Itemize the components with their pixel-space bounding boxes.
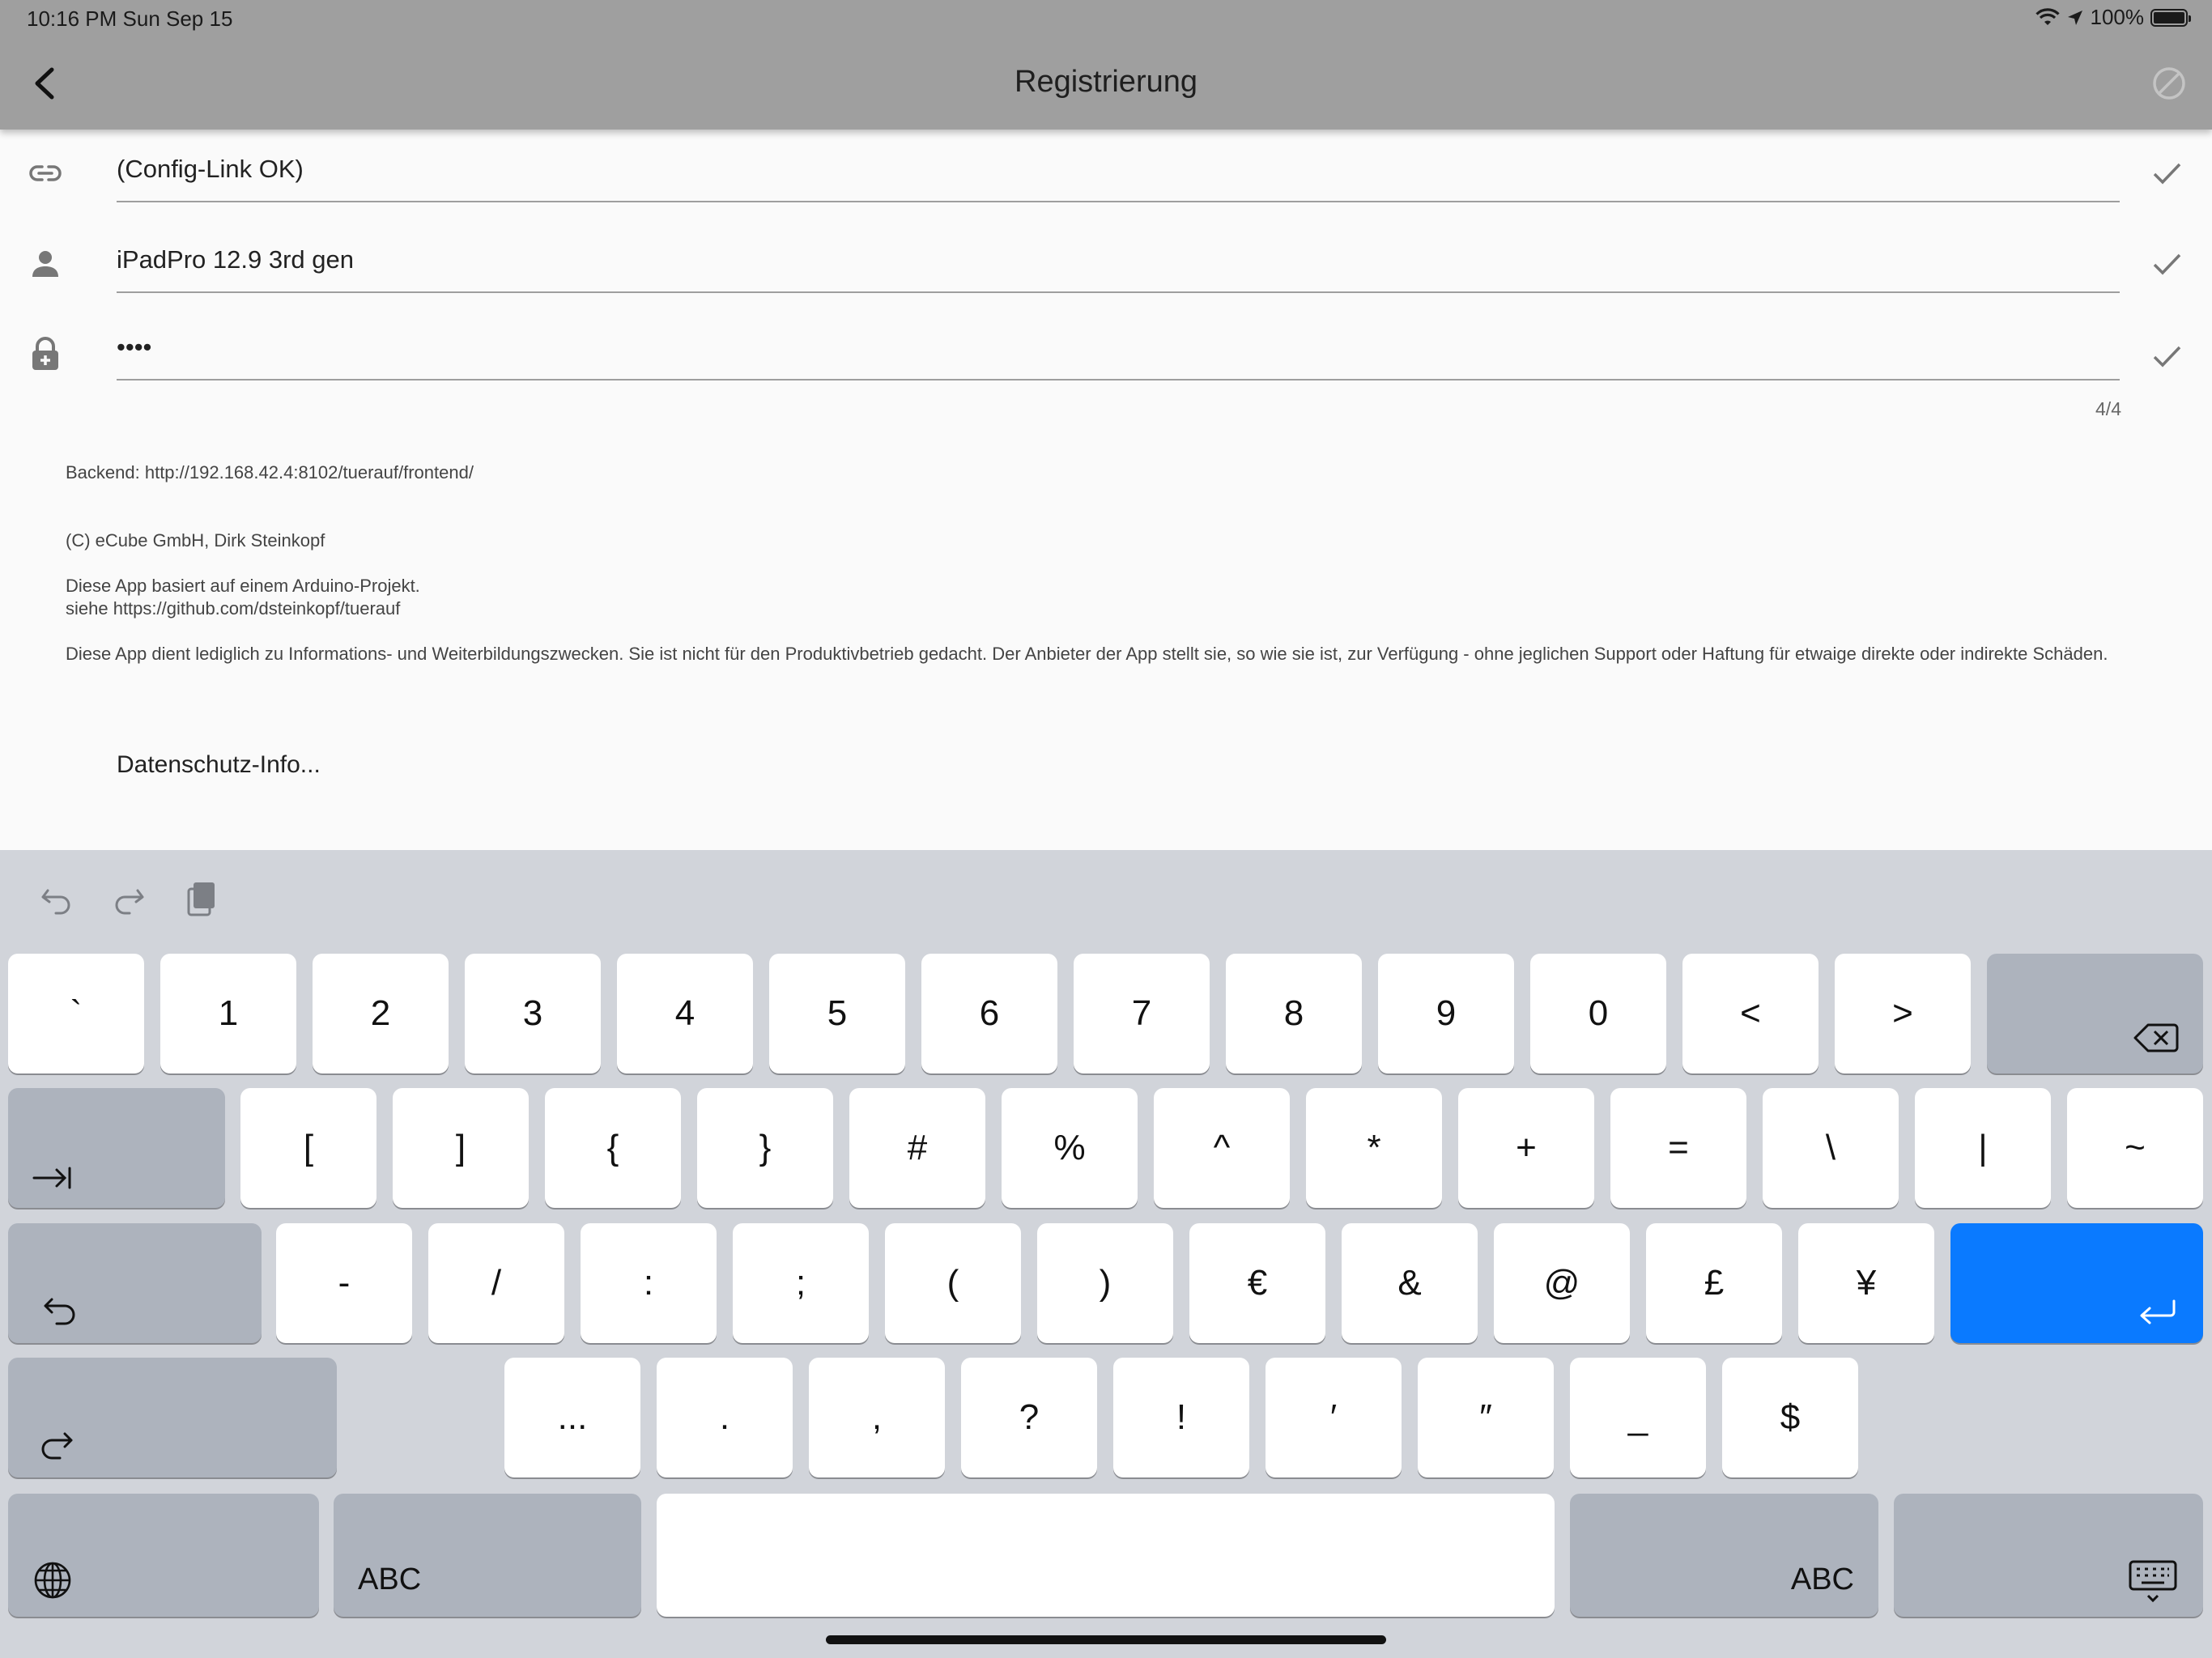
- undo-icon[interactable]: [36, 878, 77, 918]
- user-name-field[interactable]: [117, 228, 2120, 293]
- key-row1-8[interactable]: 8: [1226, 954, 1362, 1073]
- key-row4-3[interactable]: ?: [961, 1358, 1097, 1477]
- undo-key[interactable]: [8, 1223, 262, 1343]
- redo-icon[interactable]: [108, 878, 149, 918]
- key-row1-9[interactable]: 9: [1378, 954, 1514, 1073]
- key-row2-12[interactable]: ~: [2067, 1088, 2203, 1208]
- key-row3-1[interactable]: /: [428, 1223, 564, 1343]
- keyboard: ` 1 2 3 4 5 6 7 8 9 0 < > []{} #% ^ * + = \ | ~ - /:;() € & @ £ ¥ …: [0, 850, 2212, 1658]
- return-icon: [2140, 1299, 2176, 1324]
- checkmark-icon: [2153, 163, 2181, 185]
- key-row2-0[interactable]: [: [240, 1088, 376, 1208]
- lock-icon: [32, 337, 58, 370]
- key-row4-5[interactable]: ′: [1266, 1358, 1402, 1477]
- password-field[interactable]: [117, 316, 2120, 380]
- status-time: 10:16 PM Sun Sep 15: [27, 6, 233, 31]
- abc-key-right[interactable]: ABC: [1570, 1494, 1878, 1617]
- key-row1-7[interactable]: 7: [1074, 954, 1210, 1073]
- dismiss-keyboard-key[interactable]: [1894, 1494, 2203, 1617]
- wifi-icon: [2035, 7, 2060, 25]
- character-counter: 4/4: [2095, 398, 2121, 419]
- key-row2-1[interactable]: ]: [393, 1088, 529, 1208]
- key-row3-7[interactable]: &: [1342, 1223, 1478, 1343]
- key-row1-2[interactable]: 2: [313, 954, 449, 1073]
- delete-key[interactable]: [1987, 954, 2203, 1073]
- key-row2-6[interactable]: ^: [1154, 1088, 1290, 1208]
- key-row3-2[interactable]: :: [581, 1223, 717, 1343]
- key-row2-7[interactable]: *: [1306, 1088, 1442, 1208]
- key-row4-7[interactable]: _: [1570, 1358, 1706, 1477]
- key-row1-10[interactable]: 0: [1530, 954, 1666, 1073]
- navigation-bar: 10:16 PM Sun Sep 15 100% Registrierung: [0, 0, 2212, 130]
- abc-label: ABC: [1790, 1562, 1854, 1596]
- battery-icon: [2150, 8, 2191, 27]
- tab-key[interactable]: [8, 1088, 225, 1208]
- key-row2-5[interactable]: %: [1002, 1088, 1138, 1208]
- key-row2-11[interactable]: |: [1915, 1088, 2051, 1208]
- key-row2-4[interactable]: #: [849, 1088, 985, 1208]
- redo-key[interactable]: [8, 1358, 337, 1477]
- key-row4-4[interactable]: !: [1113, 1358, 1249, 1477]
- checkmark-icon: [2153, 253, 2181, 275]
- key-row3-3[interactable]: ;: [733, 1223, 869, 1343]
- key-row3-4[interactable]: (: [885, 1223, 1021, 1343]
- battery-percent: 100%: [2090, 5, 2145, 29]
- paste-icon[interactable]: [181, 878, 221, 918]
- checkmark-icon: [2153, 346, 2181, 368]
- key-row4-2[interactable]: ,: [809, 1358, 945, 1477]
- backspace-icon: [2133, 1023, 2179, 1052]
- key-row2-2[interactable]: {: [545, 1088, 681, 1208]
- copyright-text: (C) eCube GmbH, Dirk Steinkopf: [66, 530, 325, 551]
- globe-key[interactable]: [8, 1494, 319, 1617]
- abc-key-left[interactable]: ABC: [334, 1494, 641, 1617]
- keyboard-dismiss-icon: [2129, 1560, 2177, 1603]
- key-row3-0[interactable]: -: [276, 1223, 412, 1343]
- key-row1-1[interactable]: 1: [160, 954, 296, 1073]
- key-row4-6[interactable]: ″: [1418, 1358, 1554, 1477]
- key-row1-4[interactable]: 4: [617, 954, 753, 1073]
- key-row1-3[interactable]: 3: [465, 954, 601, 1073]
- key-row1-0[interactable]: `: [8, 954, 144, 1073]
- key-row3-8[interactable]: @: [1494, 1223, 1630, 1343]
- page-title: Registrierung: [1015, 65, 1197, 99]
- space-key[interactable]: [657, 1494, 1555, 1617]
- key-row2-9[interactable]: =: [1610, 1088, 1746, 1208]
- undo-arrow-icon: [44, 1298, 75, 1325]
- tab-icon: [32, 1167, 71, 1189]
- key-row2-10[interactable]: \: [1763, 1088, 1899, 1208]
- key-row2-3[interactable]: }: [697, 1088, 833, 1208]
- config-link-row: [0, 138, 2212, 219]
- key-row2-8[interactable]: +: [1458, 1088, 1594, 1208]
- key-row1-5[interactable]: 5: [769, 954, 905, 1073]
- status-indicators: 100%: [2035, 5, 2191, 30]
- link-icon: [29, 165, 62, 181]
- key-row4-1[interactable]: .: [657, 1358, 793, 1477]
- github-text: siehe https://github.com/dsteinkopf/tuer…: [66, 598, 401, 619]
- key-row1-12[interactable]: >: [1835, 954, 1971, 1073]
- key-row4-8[interactable]: $: [1722, 1358, 1858, 1477]
- key-row1-6[interactable]: 6: [921, 954, 1057, 1073]
- key-row1-11[interactable]: <: [1682, 954, 1819, 1073]
- password-row: [0, 316, 2212, 397]
- key-row3-10[interactable]: ¥: [1798, 1223, 1934, 1343]
- return-key[interactable]: [1950, 1223, 2203, 1343]
- key-row3-6[interactable]: €: [1189, 1223, 1325, 1343]
- person-icon: [32, 251, 58, 277]
- block-icon[interactable]: [2150, 65, 2188, 102]
- arduino-text: Diese App basiert auf einem Arduino-Proj…: [66, 576, 420, 596]
- datenschutz-link[interactable]: Datenschutz-Info...: [117, 751, 321, 779]
- user-row: [0, 228, 2212, 309]
- key-row4-0[interactable]: ...: [504, 1358, 640, 1477]
- config-link-field[interactable]: [117, 138, 2120, 202]
- location-icon: [2067, 10, 2082, 25]
- key-row3-9[interactable]: £: [1646, 1223, 1782, 1343]
- abc-label: ABC: [358, 1562, 422, 1596]
- backend-url-text: Backend: http://192.168.42.4:8102/tuerau…: [66, 462, 474, 483]
- globe-icon: [34, 1562, 71, 1599]
- key-row3-5[interactable]: ): [1037, 1223, 1173, 1343]
- disclaimer-text: Diese App dient lediglich zu Information…: [66, 644, 2108, 664]
- redo-arrow-icon: [41, 1432, 73, 1460]
- home-indicator: [826, 1635, 1386, 1644]
